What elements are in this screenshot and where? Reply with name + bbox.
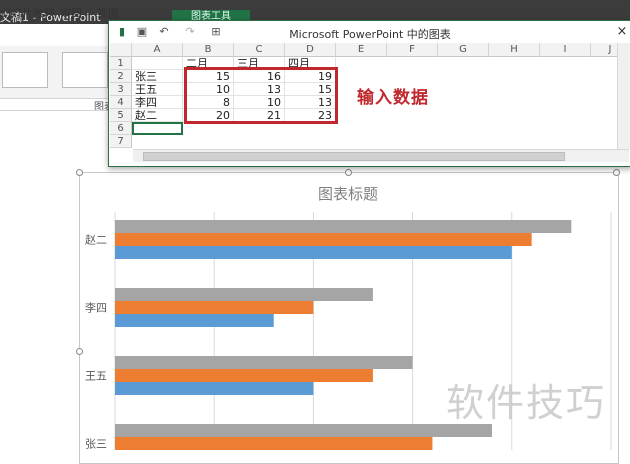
column-header[interactable]: H [489, 43, 540, 57]
row-header[interactable]: 5 [110, 109, 132, 122]
column-header[interactable]: B [183, 43, 234, 57]
bar-四月-李四[interactable] [115, 288, 373, 301]
column-header[interactable]: G [438, 43, 489, 57]
column-header[interactable]: C [234, 43, 285, 57]
row-header[interactable]: 4 [110, 96, 132, 109]
bar-三月-张三[interactable] [115, 437, 433, 450]
cell[interactable]: 李四 [132, 96, 183, 109]
bar-四月-张三[interactable] [115, 424, 492, 437]
column-header[interactable]: E [336, 43, 387, 57]
bar-二月-赵二[interactable] [115, 246, 512, 259]
cell[interactable] [132, 57, 183, 70]
row-header[interactable]: 1 [110, 57, 132, 70]
row-header[interactable]: 7 [110, 135, 132, 148]
chart-style-thumbnail[interactable] [62, 52, 108, 88]
tab-slideshow[interactable]: 幻灯片放映 [0, 5, 55, 21]
datasheet-title: Microsoft PowerPoint 中的图表 [289, 28, 451, 41]
bar-二月-李四[interactable] [115, 314, 274, 327]
vertical-scrollbar[interactable] [617, 43, 630, 149]
bar-三月-王五[interactable] [115, 369, 373, 382]
chart-style-thumbnail[interactable] [2, 52, 48, 88]
select-all-corner[interactable] [110, 43, 132, 57]
cell[interactable]: 王五 [132, 83, 183, 96]
column-header[interactable]: D [285, 43, 336, 57]
close-icon[interactable]: × [613, 23, 630, 41]
row-header[interactable]: 2 [110, 70, 132, 83]
row-header[interactable]: 6 [110, 122, 132, 135]
category-label: 李四 [85, 301, 107, 315]
category-label: 王五 [85, 370, 107, 383]
annotation-text: 输入数据 [357, 88, 429, 108]
tab-review[interactable]: 审阅 [60, 5, 82, 21]
category-label: 赵二 [85, 233, 107, 247]
column-header[interactable]: F [387, 43, 438, 57]
row-header[interactable]: 3 [110, 83, 132, 96]
cell[interactable]: 张三 [132, 70, 183, 83]
bar-三月-李四[interactable] [115, 301, 314, 314]
column-header[interactable]: A [132, 43, 183, 57]
horizontal-scrollbar[interactable] [133, 149, 629, 162]
scrollbar-thumb[interactable] [143, 152, 565, 161]
watermark: 软件技巧 [446, 381, 607, 425]
tab-view[interactable]: 视图 [97, 5, 119, 21]
category-label: 张三 [85, 438, 107, 451]
column-header[interactable]: I [540, 43, 591, 57]
bar-四月-赵二[interactable] [115, 220, 572, 233]
bar-二月-王五[interactable] [115, 382, 314, 395]
highlight-box [184, 67, 338, 124]
bar-三月-赵二[interactable] [115, 233, 532, 246]
cell[interactable]: 赵二 [132, 109, 183, 122]
active-cell[interactable] [132, 122, 183, 135]
bar-四月-王五[interactable] [115, 356, 413, 369]
